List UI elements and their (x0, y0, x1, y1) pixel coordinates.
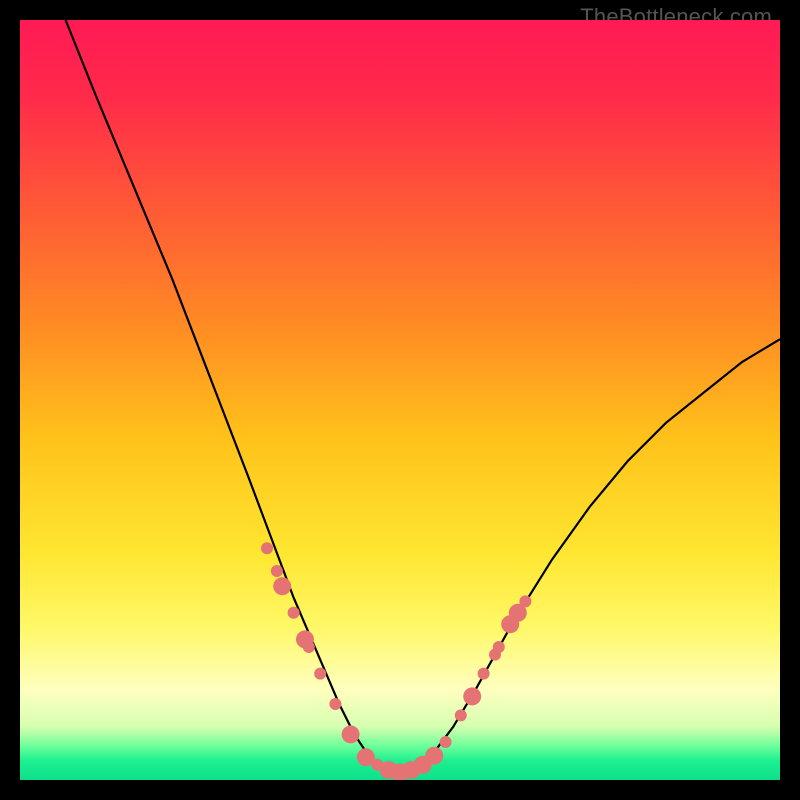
marker-point (478, 668, 490, 680)
marker-point (271, 565, 283, 577)
marker-point (303, 641, 315, 653)
marker-point (463, 687, 481, 705)
marker-point (329, 698, 341, 710)
marker-point (342, 725, 360, 743)
marker-point (425, 747, 443, 765)
marker-point (519, 595, 531, 607)
marker-point (314, 668, 326, 680)
bottleneck-curve (66, 20, 780, 772)
marker-point (273, 577, 291, 595)
marker-point (288, 607, 300, 619)
marker-point (493, 641, 505, 653)
plot-area (20, 20, 780, 780)
curve-layer (20, 20, 780, 780)
marker-point (261, 542, 273, 554)
marker-point (455, 709, 467, 721)
chart-frame (20, 20, 780, 780)
marker-point (440, 736, 452, 748)
